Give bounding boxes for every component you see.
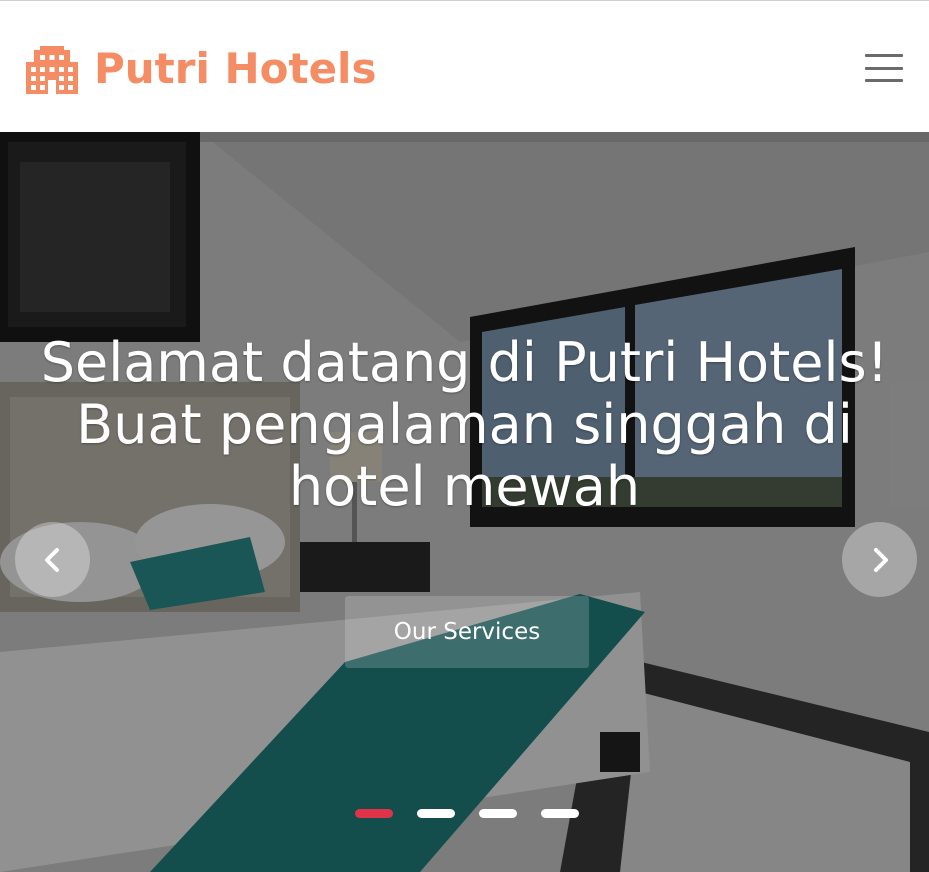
carousel-indicators	[355, 809, 579, 818]
brand-link[interactable]: Putri Hotels	[26, 42, 376, 94]
carousel-next-button[interactable]	[842, 522, 917, 597]
hero-carousel: Selamat datang di Putri Hotels! Buat pen…	[0, 132, 929, 872]
hero-title-line: hotel mewah	[288, 455, 641, 518]
our-services-button[interactable]: Our Services	[345, 596, 589, 668]
hero-title-line: Selamat datang di Putri Hotels!	[40, 331, 889, 394]
carousel-indicator-1[interactable]	[355, 809, 393, 818]
carousel-indicator-3[interactable]	[479, 809, 517, 818]
hero-title-line: Buat pengalaman singgah di	[76, 393, 853, 456]
menu-bar	[865, 54, 903, 57]
carousel-indicator-2[interactable]	[417, 809, 455, 818]
navbar: Putri Hotels	[0, 4, 929, 132]
carousel-prev-button[interactable]	[15, 522, 90, 597]
brand-name: Putri Hotels	[94, 43, 377, 93]
chevron-right-icon	[873, 547, 888, 572]
building-icon	[26, 46, 78, 94]
carousel-indicator-4[interactable]	[541, 809, 579, 818]
menu-bar	[865, 66, 903, 70]
chevron-left-icon	[44, 547, 59, 572]
hamburger-menu-icon[interactable]	[865, 52, 903, 84]
hero-title: Selamat datang di Putri Hotels! Buat pen…	[0, 332, 929, 518]
menu-bar	[865, 79, 903, 82]
